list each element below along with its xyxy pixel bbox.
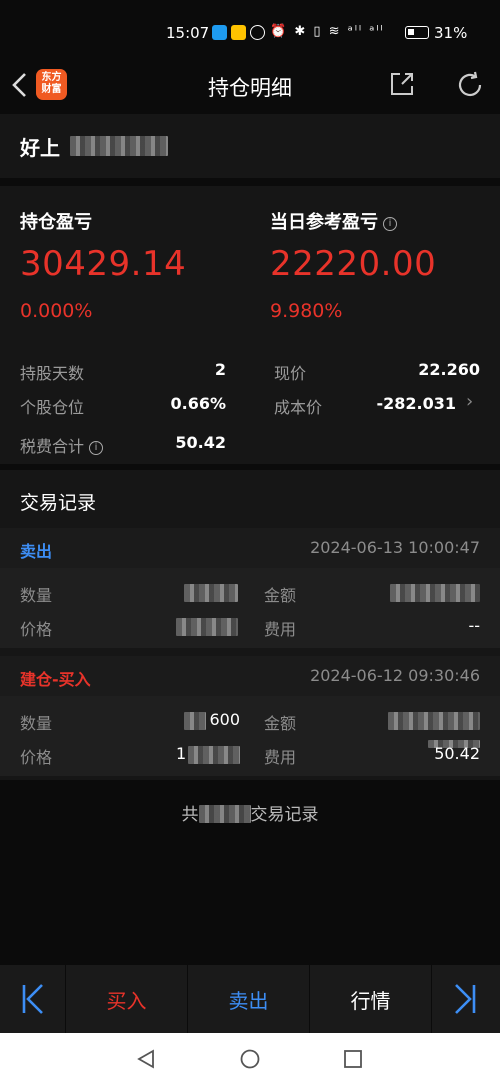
daily-pl-percent: 9.980% <box>270 300 343 322</box>
first-page-button[interactable] <box>0 965 66 1033</box>
record-body: 数量 金额 价格 费用 -- <box>0 568 500 648</box>
system-recents-icon[interactable] <box>343 1049 363 1069</box>
page-title: 持仓明细 <box>208 76 292 100</box>
share-button[interactable] <box>388 70 416 98</box>
system-nav-bar <box>0 1033 500 1085</box>
app-notification-icon <box>212 25 227 40</box>
bottom-tab-bar: 买入 卖出 行情 <box>0 965 500 1033</box>
info-icon[interactable]: i <box>383 217 397 231</box>
position-summary: 持仓盈亏 30429.14 0.000% 当日参考盈亏 i 22220.00 9.… <box>0 186 500 464</box>
refresh-button[interactable] <box>455 70 485 100</box>
hold-days-value: 2 <box>214 360 226 379</box>
price-redacted <box>176 618 238 636</box>
qty-partial: 600 <box>209 710 240 729</box>
fee-partial: 50.42 <box>434 744 480 763</box>
qty-label: 数量 <box>20 586 53 605</box>
app-notification-icon <box>250 25 265 40</box>
record-type: 建仓-买入 <box>20 670 91 689</box>
price-value: 22.260 <box>418 360 480 379</box>
chevron-right-icon[interactable]: › <box>466 391 473 412</box>
record-time: 2024-06-12 09:30:46 <box>310 666 480 685</box>
refresh-icon <box>458 71 482 97</box>
price-partial: 1 <box>176 744 187 763</box>
daily-pl-value: 22220.00 <box>270 244 437 284</box>
price-redacted <box>188 746 240 764</box>
nav-bar: 东方 财富 持仓明细 <box>0 62 500 114</box>
count-redacted <box>198 805 251 823</box>
fees-label: 税费合计 <box>20 437 85 456</box>
status-bar: 15:07 ⏰ ✱ ▯ ≋ ᵃˡˡ ᵃˡˡ 31% <box>0 0 500 62</box>
fees-label-wrap: 税费合计 i <box>20 433 104 457</box>
system-home-icon[interactable] <box>240 1049 260 1069</box>
system-back-icon[interactable] <box>136 1049 156 1069</box>
daily-pl-label-wrap: 当日参考盈亏 i <box>270 208 397 234</box>
status-icons: ⏰ ✱ ▯ ≋ ᵃˡˡ ᵃˡˡ <box>270 24 385 39</box>
fee-label: 费用 <box>264 620 297 639</box>
record-header[interactable]: 建仓-买入 2024-06-12 09:30:46 <box>0 656 500 696</box>
position-ratio-value: 0.66% <box>170 394 226 413</box>
status-app-icons <box>212 25 265 40</box>
battery-icon <box>405 26 429 39</box>
skip-last-icon <box>455 984 476 1014</box>
cost-label: 成本价 <box>274 398 323 417</box>
records-title: 交易记录 <box>20 492 97 514</box>
stock-name: 好上 <box>20 136 60 160</box>
daily-pl-label: 当日参考盈亏 <box>270 212 378 233</box>
amount-label: 金额 <box>264 586 297 605</box>
amount-redacted <box>390 584 480 602</box>
price-label: 价格 <box>20 748 53 767</box>
info-icon[interactable]: i <box>89 441 104 455</box>
amount-redacted <box>388 712 480 730</box>
price-label: 价格 <box>20 620 53 639</box>
position-pl-value: 30429.14 <box>20 244 187 284</box>
sell-button[interactable]: 卖出 <box>188 965 310 1033</box>
battery-percent: 31% <box>434 24 468 42</box>
fee-label: 费用 <box>264 748 297 767</box>
hold-days-label: 持股天数 <box>20 364 85 383</box>
buy-button[interactable]: 买入 <box>66 965 188 1033</box>
status-time: 15:07 <box>166 24 210 42</box>
position-ratio-label: 个股仓位 <box>20 398 85 417</box>
qty-redacted <box>184 712 206 730</box>
stock-code-redacted <box>70 136 168 156</box>
amount-label: 金额 <box>264 714 297 733</box>
cost-value[interactable]: -282.031 <box>360 394 456 413</box>
position-pl-percent: 0.000% <box>20 300 93 322</box>
qty-label: 数量 <box>20 714 53 733</box>
record-type: 卖出 <box>20 542 53 561</box>
records-count: 共交易记录 <box>181 805 319 825</box>
trade-records: 交易记录 卖出 2024-06-13 10:00:47 数量 金额 价格 费用 … <box>0 470 500 780</box>
position-pl-label: 持仓盈亏 <box>20 212 92 233</box>
record-time: 2024-06-13 10:00:47 <box>310 538 480 557</box>
qty-redacted <box>184 584 238 602</box>
stock-header: 好上 <box>0 114 500 178</box>
last-page-button[interactable] <box>432 965 498 1033</box>
skip-first-icon <box>22 984 43 1014</box>
fee-value: -- <box>468 616 480 635</box>
fees-value: 50.42 <box>175 433 226 452</box>
price-label: 现价 <box>274 364 307 383</box>
market-button[interactable]: 行情 <box>310 965 432 1033</box>
record-header[interactable]: 卖出 2024-06-13 10:00:47 <box>0 528 500 568</box>
meituan-icon <box>231 25 246 40</box>
share-icon <box>391 73 413 95</box>
record-body: 数量 600 金额 价格 1 费用 50.42 <box>0 696 500 776</box>
